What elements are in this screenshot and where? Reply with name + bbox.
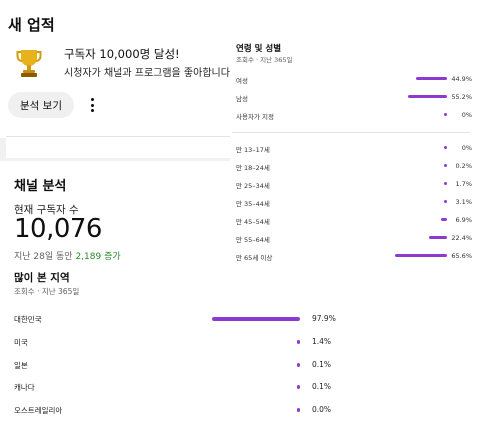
age-row-percent: 0% [461, 144, 472, 152]
geography-row-label: 오스트레일리아 [14, 406, 63, 415]
subscriber-change-value: 2,189 증가 [75, 252, 121, 262]
gender-row-percent: 55.2% [451, 93, 472, 101]
geography-row-label: 일본 [14, 361, 28, 370]
milestone-subtext: 시청자가 채널과 프로그램을 좋아합니다 [64, 68, 230, 79]
age-row: 만 18–24세 0.2% [236, 160, 474, 172]
gender-row-bar [415, 77, 447, 80]
age-row-percent: 1.7% [455, 180, 472, 188]
geography-row-label: 대한민국 [14, 315, 42, 324]
more-vert-icon[interactable] [84, 94, 100, 116]
gender-row-percent: 44.9% [451, 75, 472, 83]
age-row-bar [443, 164, 447, 167]
geography-row-bar [296, 363, 300, 367]
age-row-percent: 22.4% [451, 234, 472, 242]
geography-row: 캐나다 0.1% [14, 380, 334, 394]
geography-row-bar [296, 385, 300, 389]
geography-row-bar [211, 317, 300, 321]
section-separator [0, 138, 6, 160]
geography-row-percent: 0.1% [312, 360, 332, 369]
age-row: 만 35–44세 3.1% [236, 196, 474, 208]
age-row: 만 13–17세 0% [236, 142, 474, 154]
top-geographies-subtitle: 조회수 · 지난 365일 [14, 287, 80, 296]
age-gender-subtitle: 조회수 · 지난 365일 [236, 56, 293, 64]
age-row-bar [443, 200, 447, 203]
age-row-label: 만 25–34세 [236, 182, 270, 190]
age-row: 만 45–54세 6.9% [236, 214, 474, 226]
subscriber-change: 지난 28일 동안 2,189 증가 [14, 249, 121, 262]
view-analytics-button[interactable]: 분석 보기 [8, 92, 74, 118]
geography-row-percent: 97.9% [312, 314, 336, 323]
geography-row-bar [296, 408, 300, 412]
age-row-percent: 6.9% [455, 216, 472, 224]
age-row-bar [429, 236, 447, 239]
age-row-label: 만 65세 이상 [236, 254, 273, 262]
age-row-bar [441, 218, 447, 221]
gender-row-label: 남성 [236, 95, 248, 103]
age-row-label: 만 13–17세 [236, 146, 270, 154]
gender-row: 사용자가 지정 0% [236, 109, 474, 121]
gender-row: 남성 55.2% [236, 91, 474, 103]
milestone-section-title: 새 업적 [8, 16, 55, 34]
milestone-heading: 구독자 10,000명 달성! [64, 47, 180, 61]
subscriber-change-period: 지난 28일 동안 [14, 252, 73, 262]
trophy-icon [16, 48, 42, 78]
gender-row-label: 여성 [236, 77, 248, 85]
gender-row-bar [443, 113, 447, 116]
age-row-label: 만 45–54세 [236, 218, 270, 226]
geography-row-bar [296, 340, 300, 344]
gender-row-percent: 0% [461, 111, 472, 119]
gender-row: 여성 44.9% [236, 73, 474, 85]
geography-row-percent: 0.0% [312, 405, 332, 414]
geography-row-percent: 1.4% [312, 337, 332, 346]
geography-row-percent: 0.1% [312, 382, 332, 391]
age-row-percent: 65.6% [451, 252, 472, 260]
geography-row-label: 캐나다 [14, 383, 35, 392]
gender-row-bar [408, 95, 447, 98]
geography-row: 미국 1.4% [14, 335, 334, 349]
age-row-label: 만 55–64세 [236, 236, 270, 244]
age-row-label: 만 18–24세 [236, 164, 270, 172]
age-row: 만 25–34세 1.7% [236, 178, 474, 190]
geography-row: 오스트레일리아 0.0% [14, 403, 334, 417]
divider [232, 132, 470, 133]
age-row-percent: 3.1% [455, 198, 472, 206]
age-row: 만 65세 이상 65.6% [236, 250, 474, 262]
gender-row-label: 사용자가 지정 [236, 113, 274, 121]
age-row-label: 만 35–44세 [236, 200, 270, 208]
age-row-bar [394, 254, 447, 257]
top-geographies-title: 많이 본 지역 [14, 272, 70, 284]
age-row-percent: 0.2% [455, 162, 472, 170]
section-separator [0, 158, 230, 161]
subscriber-count: 10,076 [14, 214, 102, 244]
age-row-bar [443, 182, 447, 185]
geography-row: 대한민국 97.9% [14, 312, 336, 326]
channel-analytics-title: 채널 분석 [14, 179, 67, 194]
divider [6, 136, 230, 137]
age-row: 만 55–64세 22.4% [236, 232, 474, 244]
age-gender-title: 연령 및 성별 [236, 44, 282, 54]
geography-row: 일본 0.1% [14, 358, 334, 372]
geography-row-label: 미국 [14, 338, 28, 347]
age-row-bar [443, 146, 447, 149]
